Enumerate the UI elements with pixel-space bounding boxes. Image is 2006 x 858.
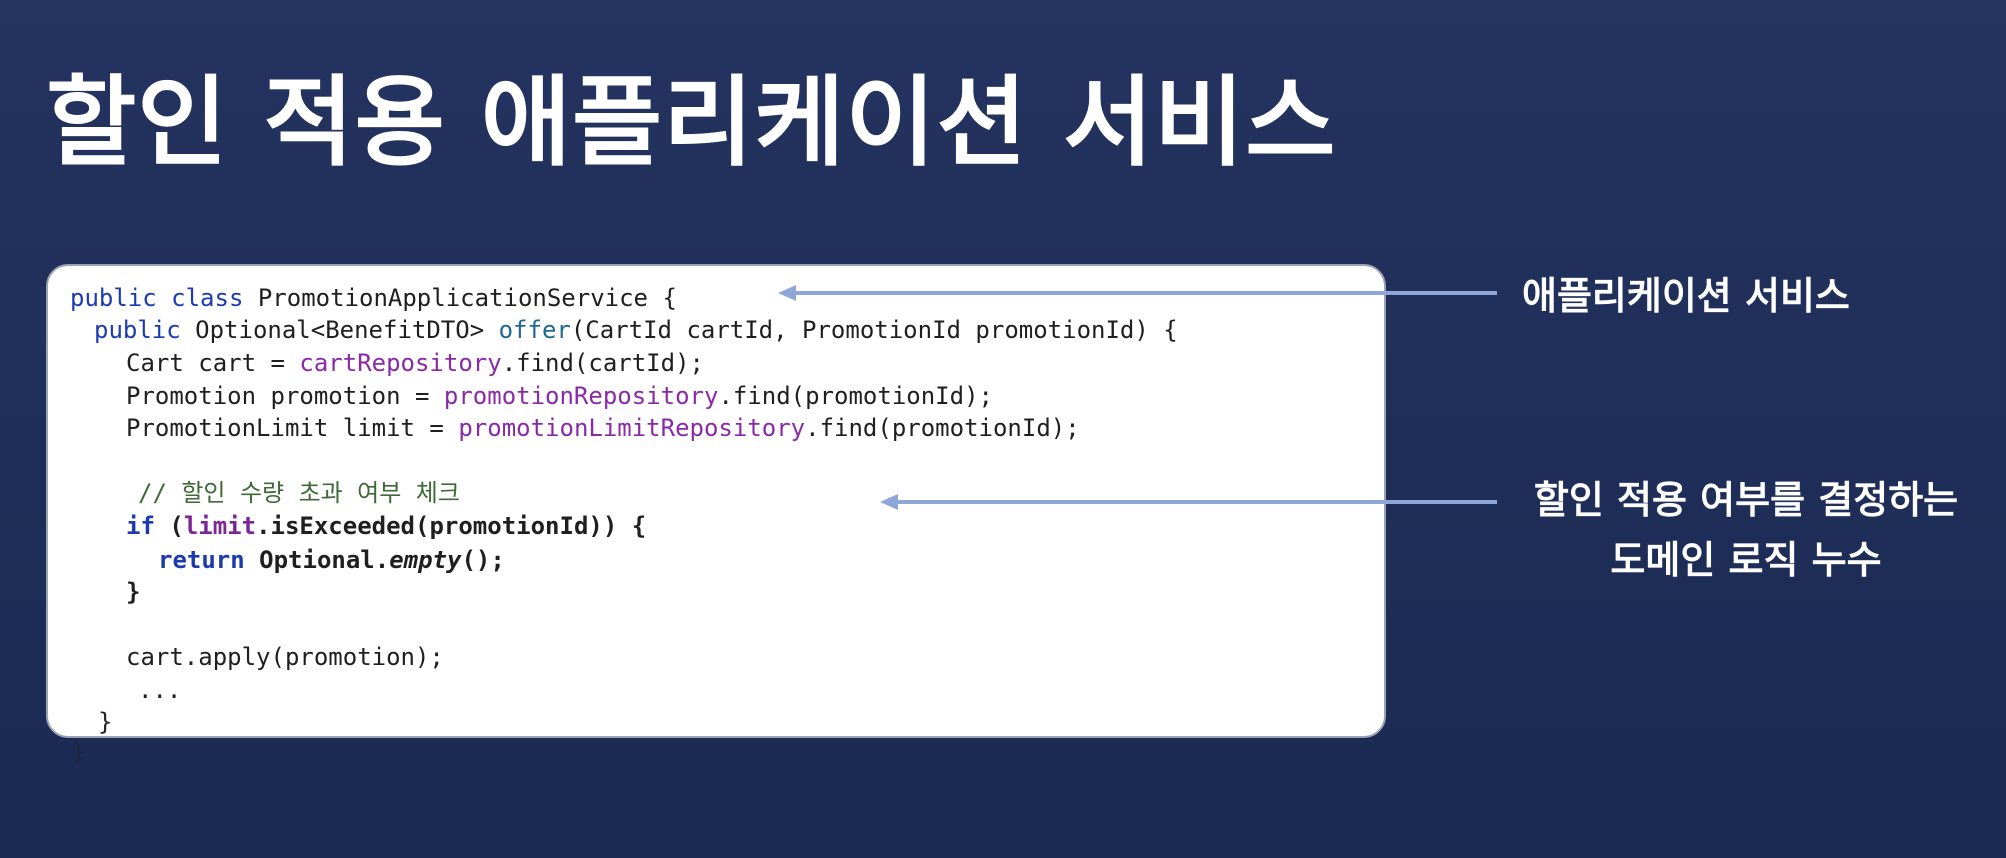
arrow-to-service-class bbox=[778, 285, 1497, 301]
annotation-domain-logic-leak: 할인 적용 여부를 결정하는 도메인 로직 누수 bbox=[1516, 470, 1976, 590]
arrow-to-domain-logic bbox=[880, 494, 1497, 510]
annotation-domain-logic-line2: 도메인 로직 누수 bbox=[1610, 538, 1882, 582]
annotation-domain-logic-line1: 할인 적용 여부를 결정하는 bbox=[1533, 478, 1959, 522]
annotation-application-service: 애플리케이션 서비스 bbox=[1522, 274, 1850, 318]
annotation-arrows bbox=[778, 285, 1497, 510]
